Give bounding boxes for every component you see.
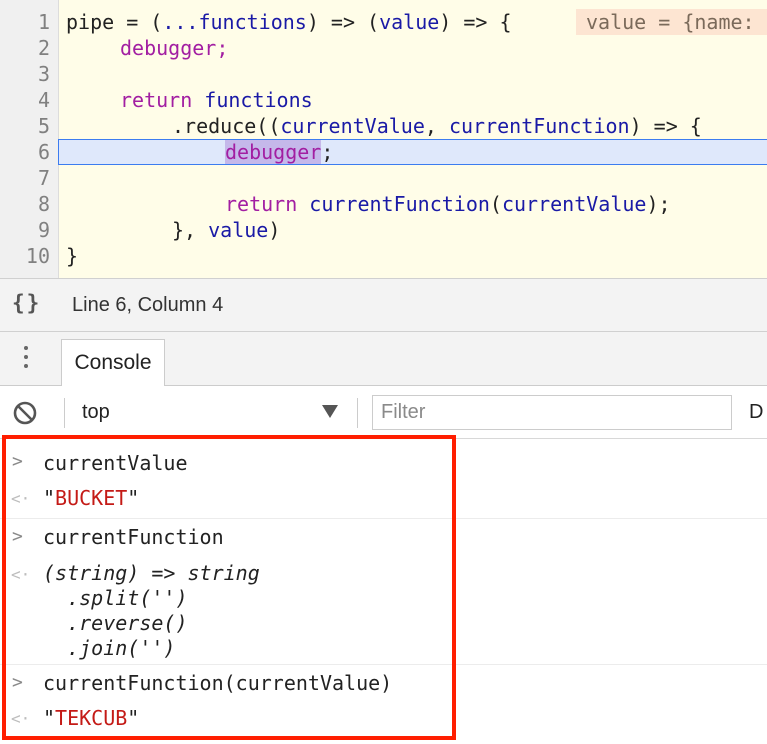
code-token: debugger — [225, 140, 322, 164]
code-line-2: debugger; — [120, 36, 229, 60]
code-token: return — [120, 88, 205, 112]
line-number[interactable]: 7 — [0, 165, 50, 191]
context-selector[interactable]: top — [82, 401, 110, 424]
line-number[interactable]: 2 — [0, 35, 50, 61]
pretty-print-icon[interactable]: {} — [12, 291, 41, 315]
line-number[interactable]: 8 — [0, 191, 50, 217]
tab-console[interactable]: Console — [61, 339, 165, 386]
toolbar-divider — [64, 398, 65, 428]
code-token: ; — [321, 140, 334, 164]
drawer-tab-bar: Console — [0, 332, 767, 386]
code-token: ) => { — [439, 10, 512, 34]
code-token: currentFunction — [309, 192, 490, 216]
editor-status-bar: {} Line 6, Column 4 — [0, 278, 767, 332]
paused-line-highlight — [58, 139, 767, 165]
toolbar-divider — [357, 398, 358, 428]
code-token: functions — [204, 88, 313, 112]
code-token: ) — [268, 218, 281, 242]
code-token: ) => ( — [306, 10, 380, 34]
line-number[interactable]: 4 — [0, 87, 50, 113]
code-token: ) => { — [629, 114, 702, 138]
dropdown-arrow-icon[interactable] — [322, 405, 338, 418]
code-token: pipe = ( — [66, 10, 163, 34]
code-token: value — [208, 218, 269, 242]
code-token: return — [225, 192, 310, 216]
code-token: .reduce(( — [172, 114, 281, 138]
line-number[interactable]: 6 — [0, 139, 50, 165]
code-line-9: }, value) — [172, 217, 280, 243]
code-token: currentValue — [280, 114, 425, 138]
line-number[interactable]: 10 — [0, 243, 50, 269]
cursor-position: Line 6, Column 4 — [72, 294, 224, 316]
annotation-highlight-box — [2, 435, 456, 740]
source-editor[interactable]: 1 2 3 4 5 6 7 8 9 10 pipe = (...function… — [0, 0, 767, 278]
line-number[interactable]: 3 — [0, 61, 50, 87]
code-token: value — [379, 10, 440, 34]
filter-input[interactable] — [372, 395, 732, 430]
code-token: currentValue — [501, 192, 647, 216]
code-token: , — [424, 114, 449, 138]
code-line-5: .reduce((currentValue, currentFunction) … — [172, 113, 702, 139]
code-token: }, — [172, 218, 209, 242]
code-token: ( — [489, 192, 502, 216]
log-levels-dropdown[interactable]: D — [749, 401, 763, 424]
code-line-6: debugger; — [225, 139, 333, 165]
more-tools-icon[interactable] — [22, 346, 30, 374]
line-number-gutter[interactable]: 1 2 3 4 5 6 7 8 9 10 — [0, 0, 59, 278]
code-line-10: } — [66, 244, 79, 268]
code-line-8: return currentFunction(currentValue); — [225, 191, 671, 217]
console-toolbar: top D — [0, 386, 767, 439]
inline-variable-value[interactable]: value = {name: — [576, 9, 767, 35]
code-token: ...functions — [162, 10, 307, 34]
code-line-4: return functions — [120, 87, 313, 113]
code-line-1: pipe = (...functions) => (value) => { — [66, 9, 512, 35]
line-number[interactable]: 5 — [0, 113, 50, 139]
code-token: ); — [646, 192, 671, 216]
clear-console-icon[interactable] — [12, 400, 38, 426]
code-token: currentFunction — [448, 114, 630, 138]
line-number[interactable]: 9 — [0, 217, 50, 243]
line-number[interactable]: 1 — [0, 9, 50, 35]
